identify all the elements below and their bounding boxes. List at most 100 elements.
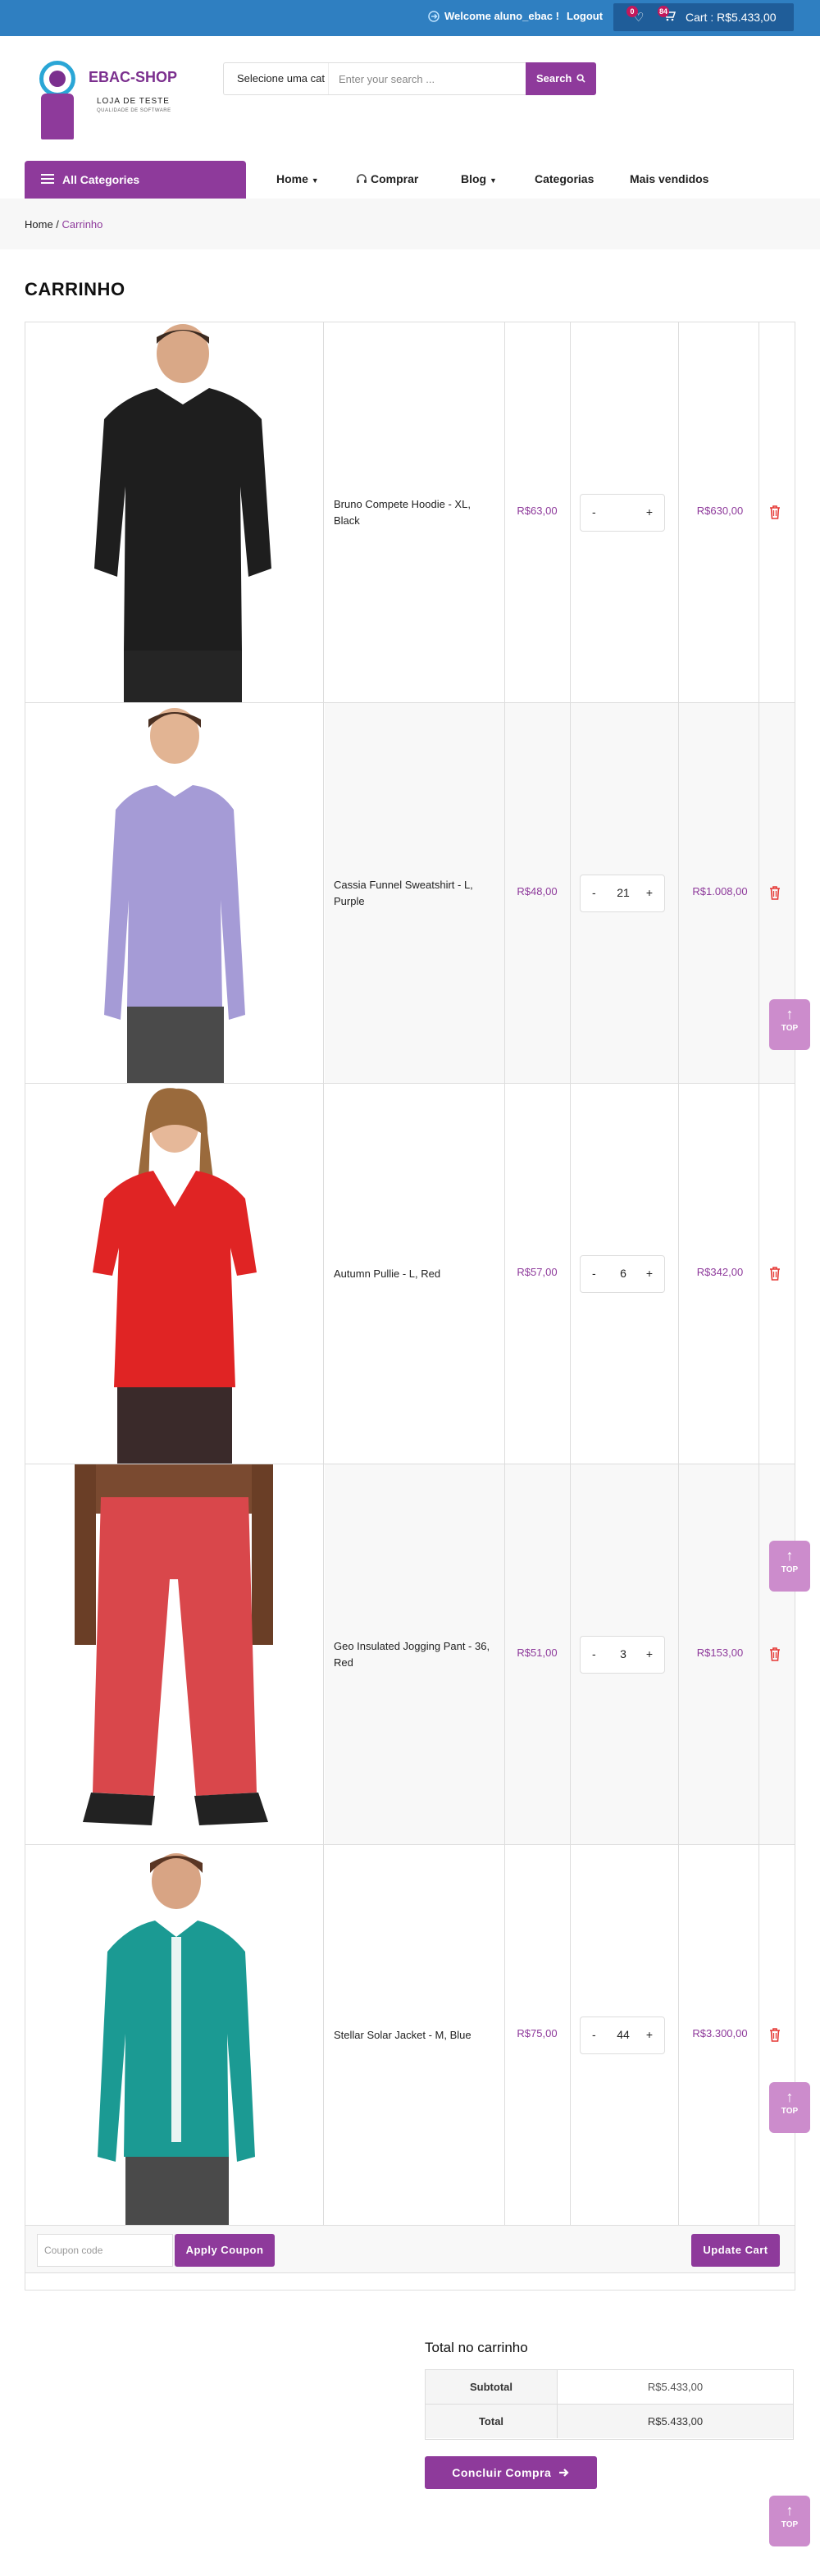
quantity-decrease-button[interactable]: - [592,1647,596,1660]
product-image [75,1464,273,1825]
trash-icon[interactable] [768,505,781,519]
quantity-decrease-button[interactable]: - [592,2028,596,2041]
scroll-top-label: TOP [781,2107,799,2116]
quantity-increase-button[interactable]: + [646,505,653,518]
breadcrumb-home-link[interactable]: Home [25,218,53,231]
scroll-top-button[interactable]: ↑ TOP [769,1541,810,1592]
subtotal-value: R$5.433,00 [557,2370,793,2404]
breadcrumb-separator: / [52,218,62,231]
login-icon [428,10,440,22]
quantity-increase-button[interactable]: + [646,1647,653,1660]
nav-item-mais-vendidos[interactable]: Mais vendidos [630,172,708,185]
scroll-top-label: TOP [781,1565,799,1574]
column-divider [758,1464,759,1844]
arrow-up-icon: ↑ [786,1547,794,1564]
product-price: R$63,00 [517,505,558,517]
nav-item-comprar-label: Comprar [371,172,419,185]
coupon-code-input[interactable] [37,2234,173,2267]
quantity-value[interactable]: 3 [613,1647,633,1660]
product-image [94,324,271,702]
column-divider [678,1845,679,2225]
product-image-cell[interactable] [25,1845,324,2225]
product-name-link[interactable]: Autumn Pullie - L, Red [334,1266,498,1282]
scroll-top-button[interactable]: ↑ TOP [769,2082,810,2133]
all-categories-button[interactable]: All Categories [25,161,246,199]
cart-row: Geo Insulated Jogging Pant - 36, Red R$5… [25,1464,795,1845]
logo-tagline: QUALIDADE DE SOFTWARE [97,108,171,113]
product-image-cell[interactable] [25,1464,324,1844]
search-button[interactable]: Search [526,62,596,95]
quantity-increase-button[interactable]: + [646,2028,653,2041]
trash-icon[interactable] [768,1266,781,1281]
product-subtotal: R$342,00 [696,1266,744,1278]
totals-row-total: Total R$5.433,00 [426,2405,793,2439]
trash-icon[interactable] [768,1647,781,1661]
trash-icon[interactable] [768,885,781,900]
garment [94,388,271,651]
product-name-link[interactable]: Cassia Funnel Sweatshirt - L, Purple [334,877,498,910]
quantity-stepper: - 44 + [580,2016,665,2054]
main-navigation: All Categories Home ▼ Comprar Blog ▼ Cat… [0,161,820,199]
page-title: CARRINHO [25,279,125,299]
product-price: R$75,00 [517,2027,558,2039]
product-image [93,1088,257,1464]
product-price: R$51,00 [517,1647,558,1659]
cart-total-label[interactable]: Cart : R$5.433,00 [686,11,777,24]
product-subtotal: R$153,00 [696,1647,744,1659]
quantity-value[interactable]: 6 [613,1267,633,1280]
nav-item-comprar[interactable]: Comprar [356,172,418,185]
product-subtotal: R$3.300,00 [692,2027,748,2039]
quantity-decrease-button[interactable]: - [592,505,596,518]
product-name-link[interactable]: Stellar Solar Jacket - M, Blue [334,2027,498,2044]
quantity-decrease-button[interactable]: - [592,1267,596,1280]
quantity-increase-button[interactable]: + [646,1267,653,1280]
hamburger-icon [41,174,54,184]
nav-item-home[interactable]: Home ▼ [276,172,319,185]
header-cart-box[interactable]: ♡ 0 84 Cart : R$5.433,00 [613,3,794,31]
quantity-value[interactable]: 21 [613,886,633,899]
total-value: R$5.433,00 [557,2405,793,2438]
totals-row-subtotal: Subtotal R$5.433,00 [426,2370,793,2405]
nav-item-categorias[interactable]: Categorias [535,172,594,185]
product-image-cell[interactable] [25,703,324,1083]
scroll-top-button[interactable]: ↑ TOP [769,999,810,1050]
cart-row: Bruno Compete Hoodie - XL, Black R$63,00… [25,322,795,703]
welcome-link[interactable]: Welcome aluno_ebac ! [428,10,559,22]
checkout-button[interactable]: Concluir Compra [425,2456,597,2489]
garment [104,785,245,1020]
trash-icon[interactable] [768,2027,781,2042]
nav-item-blog[interactable]: Blog ▼ [461,172,497,185]
cart-row: Autumn Pullie - L, Red R$57,00 - 6 + R$3… [25,1084,795,1464]
column-divider [758,1845,759,2225]
logo-subtitle: LOJA DE TESTE [97,97,170,106]
site-logo[interactable]: EBAC-SHOP LOJA DE TESTE QUALIDADE DE SOF… [33,57,197,148]
cart-actions: Apply Coupon Update Cart [25,2226,795,2273]
search-icon [576,74,585,83]
top-bar: Welcome aluno_ebac ! Logout ♡ 0 84 Cart … [0,0,820,36]
quantity-value[interactable]: 44 [613,2028,633,2041]
arrow-up-icon: ↑ [786,1006,794,1022]
cart-totals-title: Total no carrinho [425,2340,528,2355]
product-price: R$48,00 [517,885,558,897]
product-image-cell[interactable] [25,1084,324,1464]
product-subtotal: R$630,00 [696,505,744,517]
logout-link[interactable]: Logout [567,10,603,22]
garment [93,1171,257,1387]
arrow-up-icon: ↑ [786,2502,794,2519]
product-name-link[interactable]: Geo Insulated Jogging Pant - 36, Red [334,1638,498,1671]
quantity-stepper: - + [580,494,665,532]
product-name-link[interactable]: Bruno Compete Hoodie - XL, Black [334,496,498,529]
category-select[interactable]: Selecione uma cat [224,63,329,94]
quantity-increase-button[interactable]: + [646,886,653,899]
apply-coupon-button[interactable]: Apply Coupon [175,2234,275,2267]
scroll-top-button[interactable]: ↑ TOP [769,2496,810,2546]
quantity-decrease-button[interactable]: - [592,886,596,899]
caret-down-icon: ▼ [311,176,319,185]
search-input[interactable] [330,66,535,91]
product-image [98,1853,255,2225]
column-divider [678,1084,679,1464]
column-divider [678,322,679,702]
product-image-cell[interactable] [25,322,324,702]
update-cart-button[interactable]: Update Cart [691,2234,780,2267]
cart-row: Cassia Funnel Sweatshirt - L, Purple R$4… [25,703,795,1084]
